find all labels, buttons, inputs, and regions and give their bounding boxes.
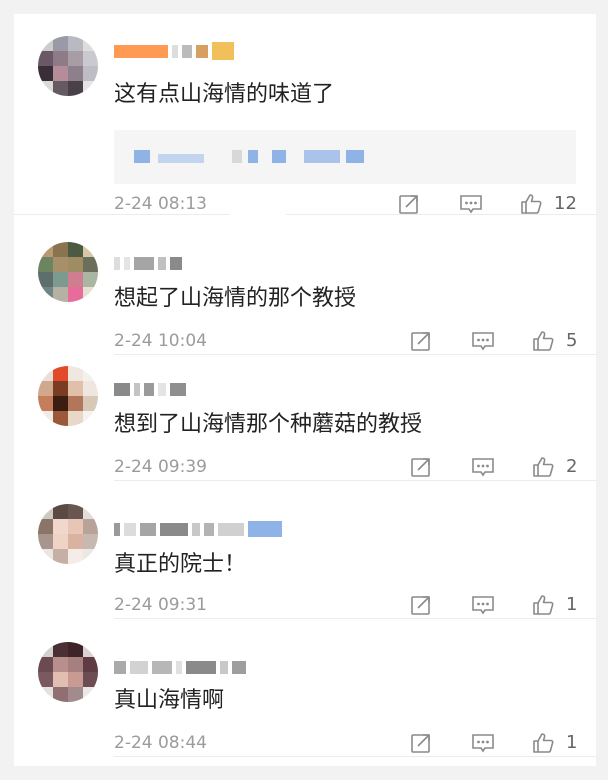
like-count: 5 bbox=[566, 330, 578, 351]
thumbs-up-icon[interactable] bbox=[518, 192, 544, 216]
comment-text: 想起了山海情的那个教授 bbox=[114, 286, 357, 311]
thumbs-up-icon[interactable] bbox=[530, 731, 556, 755]
comment-text: 想到了山海情那个种蘑菇的教授 bbox=[114, 412, 423, 437]
avatar[interactable] bbox=[38, 242, 98, 302]
divider bbox=[114, 618, 596, 619]
comment-item: 真正的院士！ 2-24 09:31 1 bbox=[14, 504, 596, 624]
divider bbox=[114, 480, 596, 481]
comment-item: 想起了山海情的那个教授 2-24 10:04 5 bbox=[14, 242, 596, 354]
comment-item: 真山海情啊 2-24 08:44 1 bbox=[14, 642, 596, 762]
comment-list: 这有点山海情的味道了 2-24 08:13 12 想起了山海情的那个教授 2-2… bbox=[14, 14, 596, 766]
comment-meta: 2-24 09:31 1 bbox=[114, 590, 584, 620]
quoted-reply-blurred[interactable] bbox=[114, 130, 576, 184]
repost-icon[interactable] bbox=[408, 593, 434, 617]
comment-icon[interactable] bbox=[470, 329, 496, 353]
username-blurred[interactable] bbox=[114, 518, 282, 540]
avatar[interactable] bbox=[38, 504, 98, 564]
username-blurred[interactable] bbox=[114, 252, 182, 274]
username-blurred[interactable] bbox=[114, 40, 234, 62]
comment-time: 2-24 09:39 bbox=[114, 457, 207, 477]
comment-icon[interactable] bbox=[470, 731, 496, 755]
like-count: 2 bbox=[566, 456, 578, 477]
avatar[interactable] bbox=[38, 642, 98, 702]
repost-icon[interactable] bbox=[408, 731, 434, 755]
divider bbox=[114, 756, 596, 757]
username-blurred[interactable] bbox=[114, 656, 246, 678]
avatar[interactable] bbox=[38, 36, 98, 96]
repost-icon[interactable] bbox=[408, 329, 434, 353]
comment-icon[interactable] bbox=[458, 192, 484, 216]
thumbs-up-icon[interactable] bbox=[530, 455, 556, 479]
thumbs-up-icon[interactable] bbox=[530, 593, 556, 617]
thumbs-up-icon[interactable] bbox=[530, 329, 556, 353]
comment-time: 2-24 10:04 bbox=[114, 331, 207, 351]
divider bbox=[286, 214, 596, 215]
comment-meta: 2-24 08:44 1 bbox=[114, 728, 584, 758]
comment-icon[interactable] bbox=[470, 455, 496, 479]
like-count: 1 bbox=[566, 732, 578, 753]
comment-item: 想到了山海情那个种蘑菇的教授 2-24 09:39 2 bbox=[14, 366, 596, 490]
like-count: 1 bbox=[566, 594, 578, 615]
comment-text: 这有点山海情的味道了 bbox=[114, 82, 335, 107]
comment-item: 这有点山海情的味道了 2-24 08:13 12 bbox=[14, 36, 596, 236]
divider bbox=[114, 354, 596, 355]
comment-time: 2-24 09:31 bbox=[114, 595, 207, 615]
divider bbox=[14, 214, 230, 215]
comment-meta: 2-24 09:39 2 bbox=[114, 452, 584, 482]
username-blurred[interactable] bbox=[114, 378, 186, 400]
avatar[interactable] bbox=[38, 366, 98, 426]
repost-icon[interactable] bbox=[408, 455, 434, 479]
comment-time: 2-24 08:44 bbox=[114, 733, 207, 753]
repost-icon[interactable] bbox=[396, 192, 422, 216]
comment-text: 真正的院士！ bbox=[114, 552, 247, 577]
comment-icon[interactable] bbox=[470, 593, 496, 617]
comment-meta: 2-24 10:04 5 bbox=[114, 326, 584, 356]
comment-text: 真山海情啊 bbox=[114, 688, 225, 713]
